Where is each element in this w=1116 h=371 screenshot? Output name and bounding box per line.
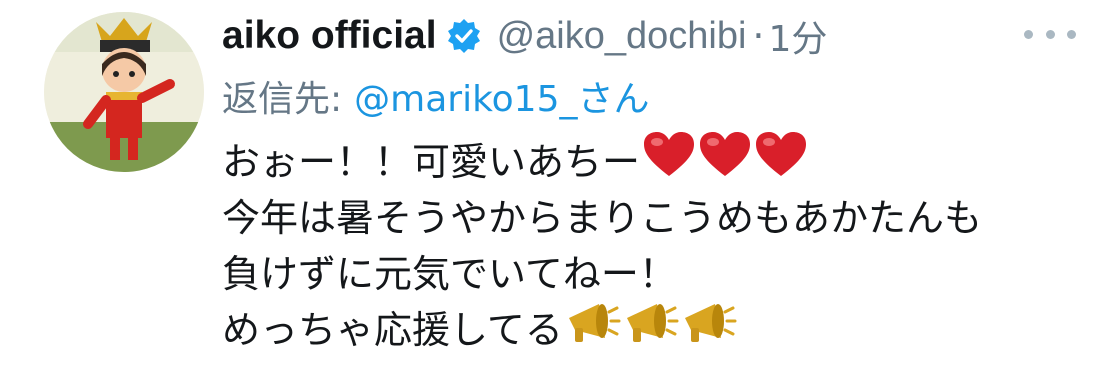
- verified-badge-icon: [445, 17, 483, 55]
- more-options-icon[interactable]: [1024, 20, 1076, 48]
- tweet-line-2: 今年は暑そうやからまりこうめもあかたんも: [222, 190, 1102, 246]
- tweet-line-4: めっちゃ応援してる: [222, 302, 1102, 358]
- separator-dot: ·: [752, 14, 765, 58]
- megaphone-icon: [623, 298, 679, 363]
- tweet-line-text: おぉー！！可愛いあちー: [222, 140, 641, 184]
- heart-icon: [754, 130, 808, 195]
- tweet-header: aiko official @aiko_dochibi · 1分: [222, 8, 827, 64]
- avatar-image: [44, 12, 204, 172]
- heart-icon: [698, 130, 752, 195]
- username-handle[interactable]: @aiko_dochibi: [497, 15, 747, 58]
- display-name[interactable]: aiko official: [222, 14, 437, 58]
- more-dot: [1045, 29, 1055, 39]
- tweet-line-3: 負けずに元気でいてねー！: [222, 246, 1102, 302]
- reply-prefix: 返信先:: [222, 79, 343, 120]
- heart-icon: [642, 130, 696, 195]
- reply-context: 返信先: @mariko15_さん: [222, 70, 649, 122]
- tweet-line-text: 今年は暑そうやからまりこうめもあかたんも: [222, 196, 983, 240]
- timestamp[interactable]: 1分: [769, 10, 828, 62]
- megaphone-icon: [681, 298, 737, 363]
- tweet-line-1: おぉー！！可愛いあちー: [222, 131, 1102, 190]
- megaphone-icon: [565, 298, 621, 363]
- more-dot: [1024, 29, 1033, 39]
- avatar[interactable]: [44, 12, 204, 172]
- tweet-text: おぉー！！可愛いあちー 今年は暑そうやからまりこうめもあかたんも 負けずに元気で…: [222, 131, 1102, 358]
- reply-mention-link[interactable]: @mariko15_さん: [354, 70, 649, 122]
- tweet: aiko official @aiko_dochibi · 1分 返信先: @m…: [0, 0, 1116, 371]
- more-dot: [1067, 29, 1076, 39]
- tweet-line-text: 負けずに元気でいてねー！: [222, 252, 677, 296]
- tweet-line-text: めっちゃ応援してる: [222, 308, 563, 352]
